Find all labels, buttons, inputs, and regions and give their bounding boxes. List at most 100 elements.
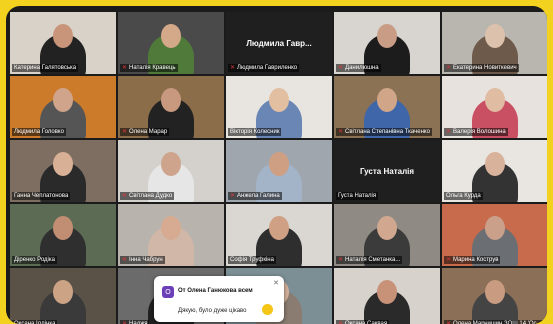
participant-name-label: ✕ Світлана Степанівна Ткаченко bbox=[336, 128, 432, 136]
video-call-window: Катерина Галятовська ✕ Наталія Кравець Людм… bbox=[6, 6, 547, 324]
person-head bbox=[269, 88, 289, 112]
participant-tile[interactable]: ✕ Екатерина Новиткевич bbox=[442, 12, 547, 74]
mic-muted-icon: ✕ bbox=[338, 129, 344, 135]
participant-name: Анжела Галина bbox=[237, 193, 280, 199]
participant-tile[interactable]: ✕ Олена Марчишин ЗОШ 14 'Ос... bbox=[442, 268, 547, 324]
participant-tile[interactable]: Софія Труфкіна bbox=[226, 204, 332, 266]
video-feed bbox=[10, 268, 116, 324]
participant-tile[interactable]: ✕ Наталія Кравець bbox=[118, 12, 224, 74]
participant-tile[interactable]: Людмила Головко bbox=[10, 76, 116, 138]
mic-muted-icon: ✕ bbox=[338, 321, 344, 324]
participant-name-label: Катерина Галятовська bbox=[12, 64, 79, 72]
participant-tile[interactable]: Оксана Іллінка bbox=[10, 268, 116, 324]
participant-name-label: Оксана Іллінка bbox=[12, 320, 58, 324]
close-icon[interactable]: ✕ bbox=[273, 279, 279, 287]
person-head bbox=[161, 24, 181, 48]
participant-tile[interactable]: ✕ Данилюшна bbox=[334, 12, 440, 74]
participant-name-label: ✕ Оксана Саквая bbox=[336, 320, 390, 324]
person-head bbox=[485, 216, 505, 240]
mic-muted-icon: ✕ bbox=[446, 65, 452, 71]
participant-name-label: ✕ Данилюшна bbox=[336, 64, 381, 72]
person-head bbox=[377, 24, 397, 48]
person-head bbox=[377, 216, 397, 240]
participant-name-label: ✕ Анжела Галина bbox=[228, 192, 282, 200]
participant-name: Ольга Курда bbox=[446, 193, 481, 199]
participant-name-label: ✕ Наталія Сметанка... bbox=[336, 256, 403, 264]
person-head bbox=[269, 216, 289, 240]
participant-name: Світлана Степанівна Ткаченко bbox=[345, 129, 430, 135]
participant-tile[interactable]: ✕ Інна Чабрун bbox=[118, 204, 224, 266]
mic-muted-icon: ✕ bbox=[122, 65, 128, 71]
participant-name-label: Вікторія Колесник bbox=[228, 128, 282, 136]
person-head bbox=[53, 216, 73, 240]
mic-muted-icon: ✕ bbox=[446, 129, 452, 135]
participant-tile[interactable]: Катерина Галятовська bbox=[10, 12, 116, 74]
participant-name-label: ✕ Наджя bbox=[120, 320, 150, 324]
participant-tile[interactable]: ✕ Олена Марар bbox=[118, 76, 224, 138]
participant-tile[interactable]: ✕ Анжела Галина bbox=[226, 140, 332, 202]
participant-name-label: Людмила Головко bbox=[12, 128, 66, 136]
participant-tile[interactable]: Густа Наталія Густа Наталія bbox=[334, 140, 440, 202]
participant-name: Наджя bbox=[129, 321, 148, 324]
mic-muted-icon: ✕ bbox=[122, 193, 128, 199]
participant-name: Діренко Родіка bbox=[14, 257, 55, 263]
video-feed bbox=[334, 268, 440, 324]
participant-name-label: Софія Труфкіна bbox=[228, 256, 276, 264]
person-head bbox=[53, 88, 73, 112]
person-head bbox=[377, 280, 397, 304]
participant-tile[interactable]: Ольга Курда bbox=[442, 140, 547, 202]
video-feed bbox=[442, 268, 547, 324]
participant-tile[interactable]: Діренко Родіка bbox=[10, 204, 116, 266]
mic-muted-icon: ✕ bbox=[230, 193, 236, 199]
participant-tile[interactable]: Ганна Чеплатонова bbox=[10, 140, 116, 202]
participant-tile[interactable]: ✕ Світлана Дудко bbox=[118, 140, 224, 202]
mic-muted-icon: ✕ bbox=[446, 321, 452, 324]
chat-notification[interactable]: О От Олена Ганюкова всем Дякую, було дуж… bbox=[154, 276, 284, 322]
participant-name-label: Ганна Чеплатонова bbox=[12, 192, 71, 200]
mic-muted-icon: ✕ bbox=[338, 65, 344, 71]
participant-tile[interactable]: ✕ Оксана Саквая bbox=[334, 268, 440, 324]
person-head bbox=[161, 216, 181, 240]
person-head bbox=[485, 24, 505, 48]
mic-muted-icon: ✕ bbox=[122, 129, 128, 135]
mic-muted-icon: ✕ bbox=[230, 65, 236, 71]
mic-muted-icon: ✕ bbox=[122, 321, 128, 324]
participant-name-label: ✕ Олена Марар bbox=[120, 128, 170, 136]
participant-tile[interactable]: ✕ Наталія Сметанка... bbox=[334, 204, 440, 266]
participant-tile[interactable]: ✕ Світлана Степанівна Ткаченко bbox=[334, 76, 440, 138]
person-head bbox=[161, 88, 181, 112]
smile-emoji-icon bbox=[262, 304, 273, 315]
participant-tile[interactable]: Вікторія Колесник bbox=[226, 76, 332, 138]
participant-tile[interactable]: ✕ Валерія Волошина bbox=[442, 76, 547, 138]
participant-name: Інна Чабрун bbox=[129, 257, 163, 263]
participant-name: Густа Наталія bbox=[338, 193, 377, 199]
participant-name: Софія Труфкіна bbox=[230, 257, 274, 263]
participant-name: Олена Марчишин ЗОШ 14 'Ос... bbox=[453, 321, 542, 324]
participant-name-label: ✕ Екатерина Новиткевич bbox=[444, 64, 519, 72]
person-head bbox=[53, 24, 73, 48]
participant-name: Наталія Кравець bbox=[129, 65, 176, 71]
participant-name: Наталія Сметанка... bbox=[345, 257, 401, 263]
participant-name-label: ✕ Інна Чабрун bbox=[120, 256, 165, 264]
chat-message: Дякую, було дуже цікаво bbox=[178, 308, 247, 314]
participant-tile[interactable]: ✕ Марина Кострув bbox=[442, 204, 547, 266]
participant-name: Марина Кострув bbox=[453, 257, 499, 263]
participant-name-label: ✕ Марина Кострув bbox=[444, 256, 501, 264]
person-head bbox=[485, 280, 505, 304]
mic-muted-icon: ✕ bbox=[122, 257, 128, 263]
person-head bbox=[485, 152, 505, 176]
chat-avatar: О bbox=[162, 286, 174, 298]
person-head bbox=[377, 88, 397, 112]
participant-name: Людмила Головко bbox=[14, 129, 64, 135]
participant-tile[interactable]: Людмила Гавр... ✕ Людмила Гавриленко bbox=[226, 12, 332, 74]
participant-name-label: ✕ Олена Марчишин ЗОШ 14 'Ос... bbox=[444, 320, 544, 324]
person-head bbox=[485, 88, 505, 112]
participant-name-label: ✕ Людмила Гавриленко bbox=[228, 64, 300, 72]
participant-name: Ганна Чеплатонова bbox=[14, 193, 69, 199]
person-head bbox=[269, 152, 289, 176]
participant-name-label: ✕ Наталія Кравець bbox=[120, 64, 178, 72]
participant-name-label: ✕ Світлана Дудко bbox=[120, 192, 175, 200]
mic-muted-icon: ✕ bbox=[446, 257, 452, 263]
participant-name: Вікторія Колесник bbox=[230, 129, 280, 135]
participant-name-label: Діренко Родіка bbox=[12, 256, 57, 264]
